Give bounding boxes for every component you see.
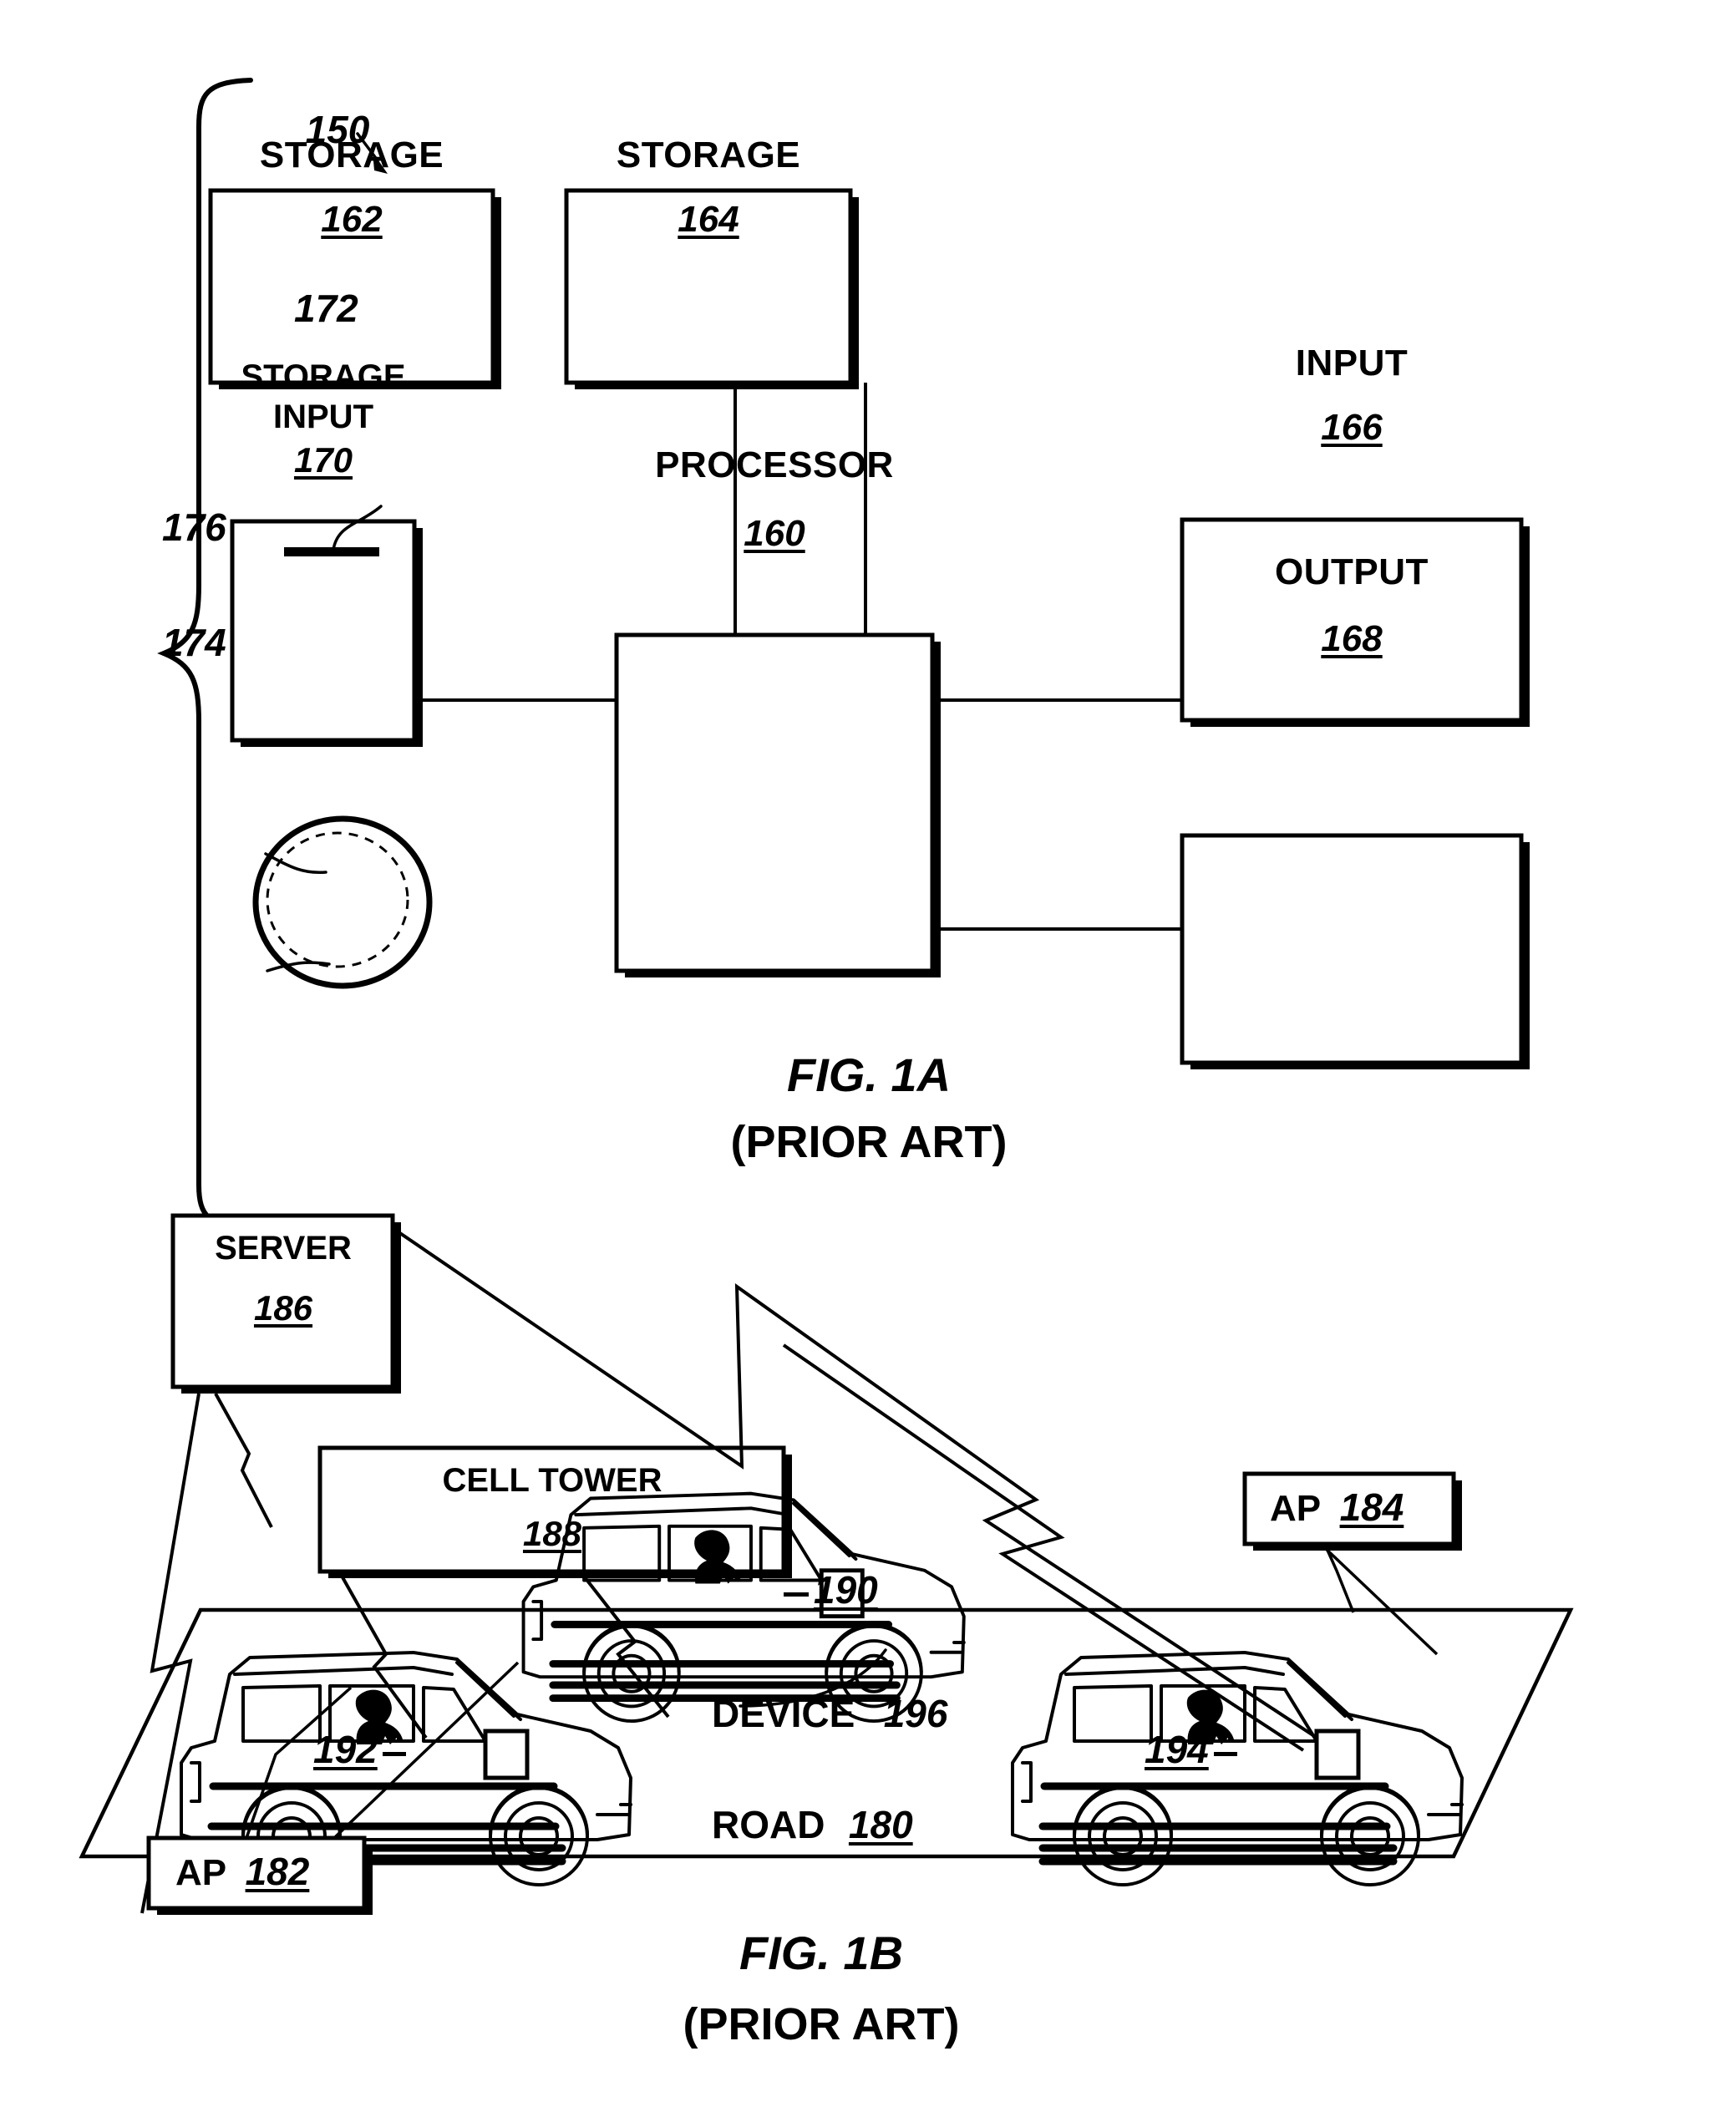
device-label: DEVICE <box>712 1692 855 1735</box>
output-168-ref: 168 <box>1321 618 1383 659</box>
storage-162-label: STORAGE <box>259 135 444 175</box>
vehicle-190-ref: 190 <box>814 1568 878 1612</box>
vehicle-190-tick <box>784 1592 809 1597</box>
wireless-link-server-to-celltower <box>214 1393 273 1528</box>
road-label: ROAD <box>712 1803 825 1846</box>
vehicle-190 <box>524 1494 964 1721</box>
processor-160-block <box>614 632 941 977</box>
slot-ref-172: 172 <box>294 287 358 330</box>
patent-figure-sheet: 150 STORAGE 162 STORAGE 164 172 STORAGE … <box>0 0 1736 2102</box>
ap-182-text: AP 182 <box>175 1849 309 1894</box>
ap-184-ref: 184 <box>1339 1485 1404 1529</box>
ap-184-label: AP <box>1270 1488 1322 1529</box>
vehicle-194-ref-group: 194 <box>1145 1727 1237 1772</box>
disc-inner-ref-176: 176 <box>162 505 226 549</box>
device-196-text: DEVICE 196 <box>712 1691 947 1736</box>
storage-input-170-label-2: INPUT <box>273 399 373 435</box>
storage-162-ref: 162 <box>321 199 383 240</box>
server-186-ref: 186 <box>253 1288 313 1328</box>
figure-1a-caption-sub: (PRIOR ART) <box>730 1117 1008 1167</box>
storage-input-170-ref: 170 <box>293 440 353 480</box>
cell-tower-188-ref: 188 <box>522 1514 582 1553</box>
vehicle-194-tick <box>1213 1752 1237 1757</box>
ap-184-text: AP 184 <box>1270 1485 1404 1530</box>
input-166-label: INPUT <box>1295 343 1409 383</box>
device-ref-196: 196 <box>883 1692 948 1735</box>
road-180-text: ROAD 180 <box>712 1802 913 1847</box>
vehicle-194-ref: 194 <box>1145 1728 1209 1771</box>
figure-1b-caption-sub: (PRIOR ART) <box>683 1999 960 2049</box>
disc-outer-ref-174: 174 <box>162 621 226 664</box>
removable-disc <box>252 815 433 989</box>
road-ref-180: 180 <box>848 1803 913 1846</box>
processor-160-ref: 160 <box>744 513 805 554</box>
output-168-label: OUTPUT <box>1275 551 1429 592</box>
cell-tower-188-label: CELL TOWER <box>442 1462 662 1499</box>
processor-160-label: PROCESSOR <box>655 444 894 485</box>
vehicle-192-tick <box>382 1752 406 1757</box>
storage-input-170-block <box>230 519 423 747</box>
server-186-label: SERVER <box>215 1230 352 1267</box>
figure-1a-caption: FIG. 1A <box>786 1048 952 1101</box>
ap-182-label: AP <box>175 1852 227 1893</box>
storage-164-ref: 164 <box>678 199 739 240</box>
input-166-ref: 166 <box>1321 407 1383 448</box>
vehicle-192-ref-group: 192 <box>313 1727 406 1772</box>
storage-164-label: STORAGE <box>616 135 801 175</box>
output-168-block <box>1180 833 1530 1069</box>
vehicle-192-ref: 192 <box>313 1728 378 1771</box>
vehicle-190-ref-group: 190 <box>784 1567 878 1612</box>
ap-182-ref: 182 <box>245 1850 310 1893</box>
storage-input-170-label-1: STORAGE <box>241 358 406 395</box>
figure-1b-caption: FIG. 1B <box>739 1927 904 1979</box>
